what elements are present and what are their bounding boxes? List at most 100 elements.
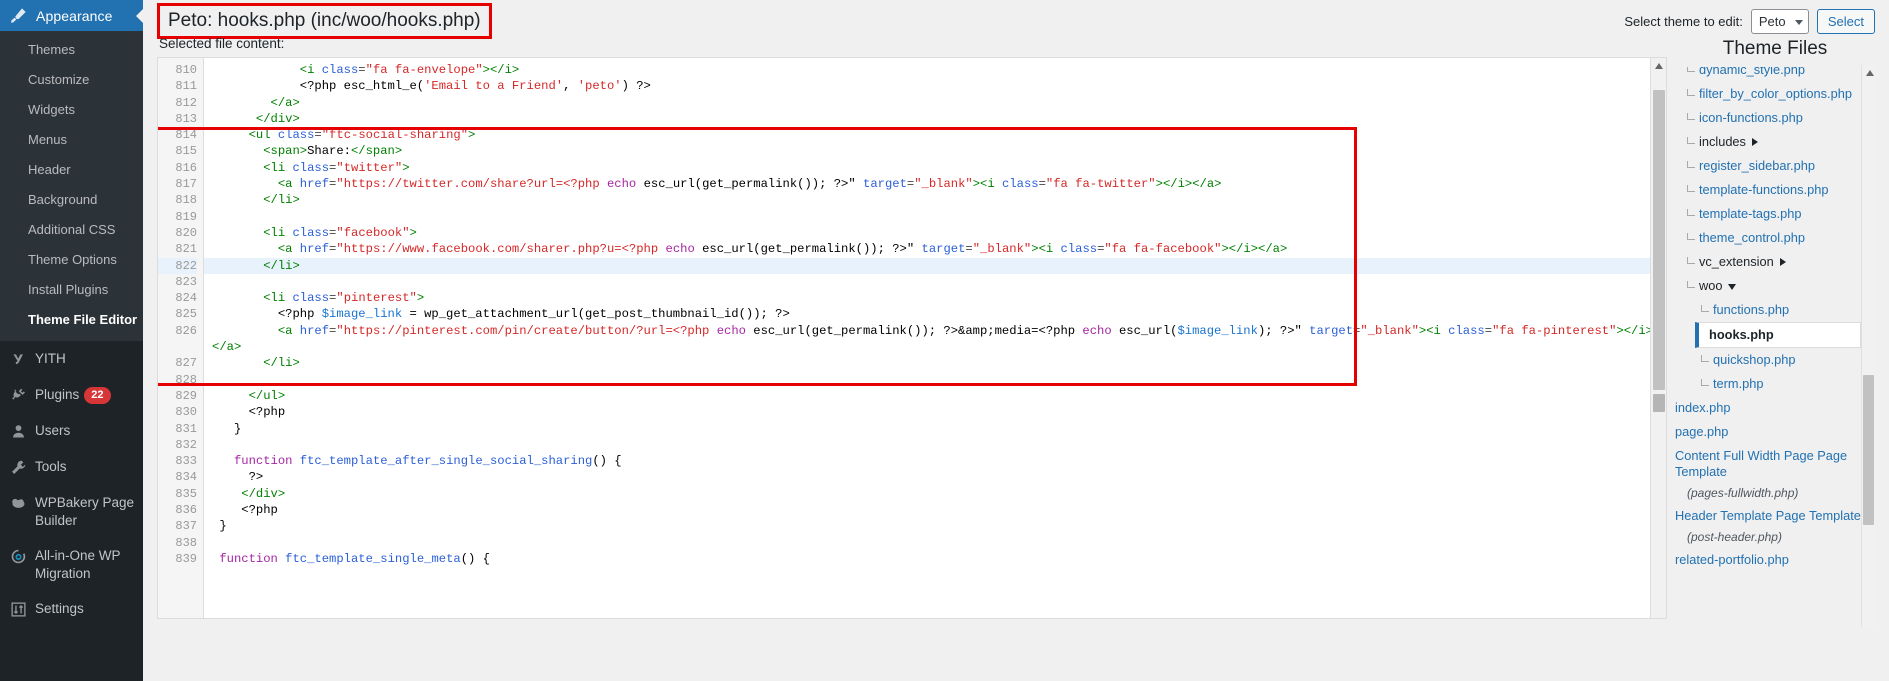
code-line[interactable]: <?php esc_html_e('Email to a Friend', 'p… xyxy=(212,78,1666,94)
scroll-up-arrow[interactable] xyxy=(1862,65,1878,81)
code-line[interactable]: <li class="facebook"> xyxy=(212,225,1666,241)
sidebar-item-settings[interactable]: Settings xyxy=(0,591,143,627)
code-line[interactable]: <a href = "https://pinterest.com/pin/creat… xyxy=(212,323,1666,356)
sidebar-subitem-widgets[interactable]: Widgets xyxy=(0,95,143,125)
code-line[interactable]: </li> xyxy=(212,355,1666,371)
chevron-down-icon[interactable] xyxy=(1728,284,1737,290)
sidebar-item-tools[interactable]: Tools xyxy=(0,449,143,485)
code-line[interactable]: <?php xyxy=(212,404,1666,420)
theme-file-item[interactable]: dynamic_style.php xyxy=(1675,67,1861,82)
sidebar-subitem-menus[interactable]: Menus xyxy=(0,125,143,155)
sidebar-item-all-in-one-wp-migration[interactable]: All-in-One WP Migration xyxy=(0,538,143,591)
code-line[interactable]: </li> xyxy=(212,192,1666,208)
code-line[interactable]: <ul class="ftc-social-sharing"> xyxy=(212,127,1666,143)
code-line[interactable]: <li class="twitter"> xyxy=(212,160,1666,176)
line-number: 818 xyxy=(175,193,197,208)
code-line[interactable]: </div> xyxy=(212,486,1666,502)
code-line[interactable] xyxy=(212,372,1666,388)
paintbrush-icon xyxy=(8,6,28,26)
code-line[interactable]: </div> xyxy=(212,111,1666,127)
code-token: <li xyxy=(263,160,293,175)
yith-icon xyxy=(8,349,28,369)
code-line[interactable] xyxy=(212,535,1666,551)
sidebar-subitem-additional-css[interactable]: Additional CSS xyxy=(0,215,143,245)
code-line[interactable]: </li> xyxy=(204,257,1666,274)
theme-file-item[interactable]: page.php xyxy=(1675,420,1861,444)
code-line[interactable]: } xyxy=(212,518,1666,534)
theme-file-item[interactable]: quickshop.php xyxy=(1675,348,1861,372)
code-line[interactable] xyxy=(212,437,1666,453)
code-line[interactable] xyxy=(212,274,1666,290)
code-editor-scrollbar[interactable] xyxy=(1650,58,1666,618)
theme-file-item[interactable]: icon-functions.php xyxy=(1675,106,1861,130)
sidebar-subitem-theme-options[interactable]: Theme Options xyxy=(0,245,143,275)
theme-file-item[interactable]: index.php xyxy=(1675,396,1861,420)
user-icon xyxy=(8,421,28,441)
code-line[interactable]: <span>Share:</span> xyxy=(212,143,1666,159)
code-line[interactable]: function ftc_template_single_meta() { xyxy=(212,551,1666,567)
sidebar-item-appearance[interactable]: Appearance xyxy=(0,0,143,31)
code-line[interactable]: <a href = "https://www.facebook.com/sharer… xyxy=(212,241,1666,257)
code-content[interactable]: <i class="fa fa-envelope"></i> <?php esc… xyxy=(204,58,1666,618)
theme-file-list-scrollbar[interactable] xyxy=(1861,65,1878,627)
code-line[interactable]: ?> xyxy=(212,469,1666,485)
sidebar-subitem-theme-file-editor[interactable]: Theme File Editor xyxy=(0,305,143,335)
theme-file-item[interactable]: theme_control.php xyxy=(1675,226,1861,250)
code-line[interactable]: <?php $image_link = wp_get_attachment_ur… xyxy=(212,306,1666,322)
sidebar-item-plugins[interactable]: Plugins 22 xyxy=(0,377,143,413)
chevron-right-icon[interactable] xyxy=(1779,258,1786,266)
code-token: ><i xyxy=(972,177,1002,192)
scroll-up-arrow[interactable] xyxy=(1651,58,1666,74)
sidebar-subitem-background[interactable]: Background xyxy=(0,185,143,215)
chevron-right-icon[interactable] xyxy=(1751,138,1758,146)
code-line[interactable]: <li class="pinterest"> xyxy=(212,290,1666,306)
theme-file-item[interactable]: functions.php xyxy=(1675,298,1861,322)
code-token: esc_url(get_permalink()); ?>&amp;media=<… xyxy=(745,323,1083,338)
line-number: 826 xyxy=(175,323,197,338)
theme-file-list[interactable]: dynamic_style.php filter_by_color_options… xyxy=(1675,67,1875,629)
admin-sidebar: Appearance Themes Customize Widgets Menu… xyxy=(0,0,143,681)
line-number: 816 xyxy=(175,160,197,175)
theme-file-item[interactable]: filter_by_color_options.php xyxy=(1675,82,1861,106)
code-line[interactable]: } xyxy=(212,421,1666,437)
line-number: 820 xyxy=(175,225,197,240)
code-line[interactable]: </a> xyxy=(212,95,1666,111)
theme-file-item[interactable]: woo xyxy=(1675,274,1861,298)
scrollbar-thumb[interactable] xyxy=(1863,375,1874,525)
theme-select[interactable]: Peto xyxy=(1750,9,1809,34)
theme-file-item[interactable]: term.php xyxy=(1675,372,1861,396)
sidebar-subitem-themes[interactable]: Themes xyxy=(0,35,143,65)
theme-file-item[interactable]: template-functions.php xyxy=(1675,178,1861,202)
code-editor[interactable]: 810 811 812 813 814 815 816 817 818 819 820 821 822 8… xyxy=(157,57,1667,619)
code-token: > xyxy=(468,128,476,143)
line-number: 832 xyxy=(175,437,197,452)
select-theme-button[interactable]: Select xyxy=(1816,9,1875,34)
sidebar-item-yith[interactable]: YITH xyxy=(0,341,143,377)
code-token: </div> xyxy=(241,486,286,501)
theme-file-item[interactable]: register_sidebar.php xyxy=(1675,154,1861,178)
sidebar-subitem-install-plugins[interactable]: Install Plugins xyxy=(0,275,143,305)
theme-file-item[interactable]: vc_extension xyxy=(1675,250,1861,274)
sidebar-subitem-customize[interactable]: Customize xyxy=(0,65,143,95)
theme-file-item[interactable]: related-portfolio.php xyxy=(1675,548,1861,572)
code-line[interactable]: <a href = "https://twitter.com/share?url=<… xyxy=(212,176,1666,192)
tree-branch-icon xyxy=(1687,161,1695,168)
code-line[interactable]: </ul> xyxy=(212,388,1666,404)
code-line[interactable]: <i class="fa fa-envelope"></i> xyxy=(212,62,1666,78)
code-line[interactable]: <?php xyxy=(212,502,1666,518)
theme-file-item[interactable]: Content Full Width Page Page Template xyxy=(1675,444,1861,484)
code-line[interactable] xyxy=(212,209,1666,225)
theme-file-item-selected[interactable]: hooks.php xyxy=(1695,322,1861,348)
code-token: class xyxy=(321,63,359,77)
code-token: <a xyxy=(277,177,300,192)
code-line[interactable]: function ftc_template_after_single_socia… xyxy=(212,453,1666,469)
sidebar-subitem-header[interactable]: Header xyxy=(0,155,143,185)
scrollbar-thumb-secondary[interactable] xyxy=(1653,394,1665,412)
scrollbar-thumb[interactable] xyxy=(1653,90,1665,390)
sidebar-item-wpbakery-page-builder[interactable]: WPBakery Page Builder xyxy=(0,485,143,538)
sidebar-item-users[interactable]: Users xyxy=(0,413,143,449)
theme-file-item[interactable]: Header Template Page Template xyxy=(1675,504,1861,528)
theme-file-item[interactable]: includes xyxy=(1675,130,1861,154)
selected-file-content-label: Selected file content: xyxy=(159,36,285,51)
theme-file-item[interactable]: template-tags.php xyxy=(1675,202,1861,226)
